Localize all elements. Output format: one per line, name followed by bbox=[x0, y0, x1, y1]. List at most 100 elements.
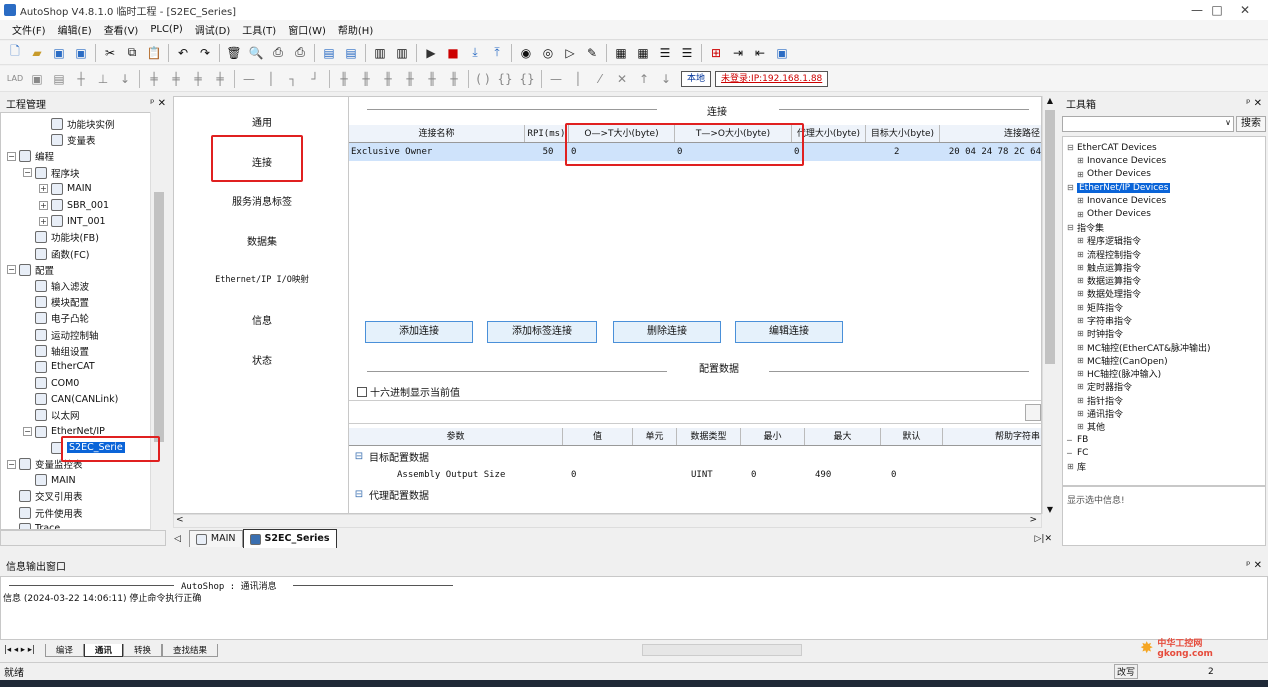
content-hscroll[interactable]: < > bbox=[173, 514, 1042, 528]
menu-file[interactable]: 文件(F) bbox=[6, 22, 52, 37]
monitor-icon[interactable]: ◉ bbox=[517, 44, 535, 62]
expand-icon[interactable]: ⊞ bbox=[1077, 156, 1087, 165]
expand-icon[interactable]: ⊞ bbox=[1077, 170, 1087, 179]
col-header[interactable]: 最大 bbox=[805, 428, 881, 445]
tree-item[interactable]: + MAIN bbox=[1, 181, 165, 197]
tree-item[interactable]: 功能块实例 bbox=[1, 116, 165, 132]
print-icon[interactable]: ⎙ bbox=[269, 44, 287, 62]
config-group-row[interactable]: ⊟ 目标配置数据 bbox=[349, 446, 1041, 466]
window-alt-icon[interactable]: ▤ bbox=[342, 44, 360, 62]
scroll-up-icon[interactable]: ▲ bbox=[1043, 96, 1057, 105]
close-button[interactable]: ✕ bbox=[1228, 0, 1262, 20]
expand-icon[interactable]: + bbox=[39, 184, 48, 194]
test-icon[interactable]: ⊞ bbox=[707, 44, 725, 62]
lad-icon[interactable]: LAD bbox=[6, 70, 24, 88]
cell[interactable]: Exclusive Owner bbox=[349, 147, 525, 157]
compile-all-icon[interactable]: ▥ bbox=[393, 44, 411, 62]
panel-icon[interactable]: ▣ bbox=[773, 44, 791, 62]
stop-icon[interactable]: ■ bbox=[444, 44, 462, 62]
toolbox-item[interactable]: ─ FB bbox=[1067, 434, 1265, 447]
edit-connection-button[interactable]: 编辑连接 bbox=[735, 321, 843, 343]
expand-icon[interactable]: ⊞ bbox=[1077, 210, 1087, 219]
project-hscroll[interactable] bbox=[0, 530, 166, 546]
scroll-thumb[interactable] bbox=[154, 192, 164, 442]
search-icon[interactable]: 🔍 bbox=[247, 44, 265, 62]
toolbox-item[interactable]: ⊞ 通讯指令 bbox=[1067, 407, 1265, 420]
tree-item[interactable]: 元件使用表 bbox=[1, 505, 165, 521]
monitor-off-icon[interactable]: ◎ bbox=[539, 44, 557, 62]
config-group-row[interactable]: ⊟ 代理配置数据 bbox=[349, 484, 1041, 504]
open-icon[interactable]: ▰ bbox=[28, 44, 46, 62]
delete-line-icon[interactable]: ✕ bbox=[613, 70, 631, 88]
hline-draw-icon[interactable]: — bbox=[547, 70, 565, 88]
login-indicator[interactable]: 未登录:IP:192.168.1.88 bbox=[715, 70, 829, 87]
toolbox-item[interactable]: ⊞ MC轴控(EtherCAT&脉冲输出) bbox=[1067, 340, 1265, 354]
collapse-icon[interactable]: − bbox=[23, 427, 32, 437]
toolbox-item[interactable]: ⊞ 矩阵指令 bbox=[1067, 301, 1265, 314]
tree-item[interactable]: EtherCAT bbox=[1, 359, 165, 375]
delete-connection-button[interactable]: 删除连接 bbox=[613, 321, 721, 343]
expand-icon[interactable]: ⊞ bbox=[1077, 196, 1087, 205]
local-indicator[interactable]: 本地 bbox=[681, 70, 712, 87]
edit-monitor-icon[interactable]: ✎ bbox=[583, 44, 601, 62]
tab-general[interactable]: 通用 bbox=[174, 114, 350, 129]
upload-icon[interactable]: ⤒ bbox=[488, 44, 506, 62]
expand-icon[interactable]: ⊞ bbox=[1077, 409, 1087, 418]
parallel-p-icon[interactable]: ╪ bbox=[189, 70, 207, 88]
col-header[interactable]: 连接名称 bbox=[349, 125, 525, 142]
toolbox-item[interactable]: ⊞ 其他 bbox=[1067, 420, 1265, 433]
pin-close-icons[interactable]: ᵖ ✕ bbox=[1246, 560, 1262, 571]
output-tab-compile[interactable]: 编译 bbox=[44, 643, 84, 657]
compile-icon[interactable]: ▥ bbox=[371, 44, 389, 62]
grid-alt-icon[interactable]: ▦ bbox=[634, 44, 652, 62]
menu-tools[interactable]: 工具(T) bbox=[236, 22, 282, 37]
coil-end-icon[interactable]: ┘ bbox=[306, 70, 324, 88]
contact-a-icon[interactable]: ╫ bbox=[335, 70, 353, 88]
tree-item[interactable]: 运动控制轴 bbox=[1, 326, 165, 342]
tab-nav-right-close[interactable]: ▷|✕ bbox=[1035, 534, 1053, 544]
export-icon[interactable]: ⇤ bbox=[751, 44, 769, 62]
scroll-down-icon[interactable]: ▼ bbox=[1043, 505, 1057, 514]
col-header[interactable]: RPI(ms) bbox=[525, 125, 569, 142]
coil-reset-icon[interactable]: {} bbox=[518, 70, 536, 88]
coil-set-icon[interactable]: {} bbox=[496, 70, 514, 88]
save-icon[interactable]: ▣ bbox=[50, 44, 68, 62]
toolbox-item[interactable]: ⊞ 定时器指令 bbox=[1067, 380, 1265, 393]
value-edit-bar[interactable] bbox=[349, 400, 1041, 424]
play-monitor-icon[interactable]: ▷ bbox=[561, 44, 579, 62]
cell[interactable]: 2 bbox=[866, 147, 940, 157]
tab-nav-icons[interactable]: |◂ ◂ ▸ ▸| bbox=[4, 645, 35, 655]
menu-debug[interactable]: 调试(D) bbox=[189, 22, 237, 37]
contact-no-icon[interactable]: ┼ bbox=[72, 70, 90, 88]
list-alt-icon[interactable]: ☰ bbox=[678, 44, 696, 62]
toolbox-item[interactable]: ⊞ HC轴控(脉冲输入) bbox=[1067, 367, 1265, 380]
output-tab-find[interactable]: 查找结果 bbox=[161, 643, 218, 657]
col-header[interactable]: 默认 bbox=[881, 428, 943, 445]
toolbox-item[interactable]: ⊟ 指令集 bbox=[1067, 221, 1265, 234]
contact-e-icon[interactable]: ╫ bbox=[423, 70, 441, 88]
col-header[interactable]: 最小 bbox=[741, 428, 805, 445]
expand-icon[interactable]: ⊞ bbox=[1077, 396, 1087, 405]
tab-s2ec-series[interactable]: S2EC_Series bbox=[242, 529, 337, 548]
redo-icon[interactable]: ↷ bbox=[196, 44, 214, 62]
project-tree-scrollbar[interactable] bbox=[150, 112, 166, 530]
col-header[interactable]: 帮助字符串 bbox=[943, 428, 1041, 445]
toolbox-search-input[interactable]: ∨ bbox=[1062, 116, 1234, 132]
tree-item[interactable]: CAN(CANLink) bbox=[1, 391, 165, 407]
tab-nav-left-icon[interactable]: ◁ bbox=[174, 534, 181, 544]
collapse-icon[interactable]: ⊟ bbox=[349, 451, 369, 462]
save-all-icon[interactable]: ▣ bbox=[72, 44, 90, 62]
pin-close-icons[interactable]: ᵖ ✕ bbox=[150, 98, 166, 109]
cell[interactable]: 0 bbox=[563, 470, 633, 480]
tree-item[interactable]: 以太网 bbox=[1, 407, 165, 423]
diag-icon[interactable]: ⁄ bbox=[591, 70, 609, 88]
collapse-icon[interactable]: − bbox=[7, 151, 16, 161]
collapse-icon[interactable]: − bbox=[7, 265, 16, 275]
expand-icon[interactable]: ⊞ bbox=[1077, 263, 1087, 272]
menu-window[interactable]: 窗口(W) bbox=[282, 22, 332, 37]
new-icon[interactable]: 🗋 bbox=[6, 44, 24, 62]
tree-item[interactable]: + INT_001 bbox=[1, 213, 165, 229]
cell[interactable]: 20 04 24 78 2C 64 bbox=[940, 147, 1041, 157]
tree-item[interactable]: Trace bbox=[1, 521, 165, 529]
tab-dataset[interactable]: 数据集 bbox=[174, 233, 350, 248]
